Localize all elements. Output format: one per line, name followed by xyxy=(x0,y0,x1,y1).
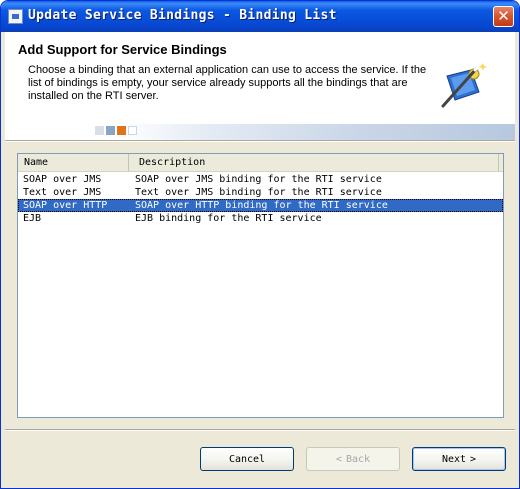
wizard-header: Add Support for Service Bindings Choose … xyxy=(5,32,515,140)
wizard-puzzle-icon xyxy=(441,63,487,108)
cell-description: Text over JMS binding for the RTI servic… xyxy=(135,187,382,198)
cancel-button-label: Cancel xyxy=(228,453,266,465)
table-row[interactable]: Text over JMS Text over JMS binding for … xyxy=(18,186,503,199)
page-description: Choose a binding that an external applic… xyxy=(28,64,427,102)
back-button[interactable]: < Back xyxy=(306,447,400,471)
cell-description: SOAP over JMS binding for the RTI servic… xyxy=(135,174,382,185)
title-bar[interactable]: Update Service Bindings - Binding List ✕ xyxy=(1,1,519,32)
banner-square xyxy=(95,126,104,135)
app-window-icon xyxy=(8,9,23,24)
cell-name: Text over JMS xyxy=(23,187,102,198)
binding-table[interactable]: Name Description SOAP over JMS SOAP over… xyxy=(17,153,504,418)
close-icon: ✕ xyxy=(497,7,510,25)
next-button[interactable]: Next > xyxy=(412,447,506,471)
chevron-left-icon: < xyxy=(335,453,342,465)
table-row[interactable]: SOAP over HTTP SOAP over HTTP binding fo… xyxy=(18,199,503,212)
table-body: SOAP over JMS SOAP over JMS binding for … xyxy=(18,173,503,225)
table-header: Name Description xyxy=(18,154,503,172)
cancel-button[interactable]: Cancel xyxy=(200,447,294,471)
next-button-label: Next xyxy=(441,453,467,465)
chevron-right-icon: > xyxy=(470,453,477,465)
cell-name: SOAP over JMS xyxy=(23,174,102,185)
dialog-window: Update Service Bindings - Binding List ✕… xyxy=(0,0,520,489)
cell-name: EJB xyxy=(23,213,42,224)
cell-name: SOAP over HTTP xyxy=(23,200,108,211)
banner-square xyxy=(117,126,126,135)
banner-strip xyxy=(5,124,515,140)
cell-description: EJB binding for the RTI service xyxy=(135,213,322,224)
banner-square xyxy=(106,126,115,135)
close-button[interactable]: ✕ xyxy=(493,6,514,27)
window-title: Update Service Bindings - Binding List xyxy=(28,8,337,23)
table-row[interactable]: SOAP over JMS SOAP over JMS binding for … xyxy=(18,173,503,186)
footer-divider xyxy=(5,429,515,431)
banner-square xyxy=(128,126,137,135)
column-header-name[interactable]: Name xyxy=(18,154,129,171)
back-button-label: Back xyxy=(345,453,371,465)
cell-description: SOAP over HTTP binding for the RTI servi… xyxy=(135,200,388,211)
table-row[interactable]: EJB EJB binding for the RTI service xyxy=(18,212,503,225)
header-divider xyxy=(5,140,515,142)
page-title: Add Support for Service Bindings xyxy=(18,42,227,57)
column-header-description[interactable]: Description xyxy=(129,154,499,171)
